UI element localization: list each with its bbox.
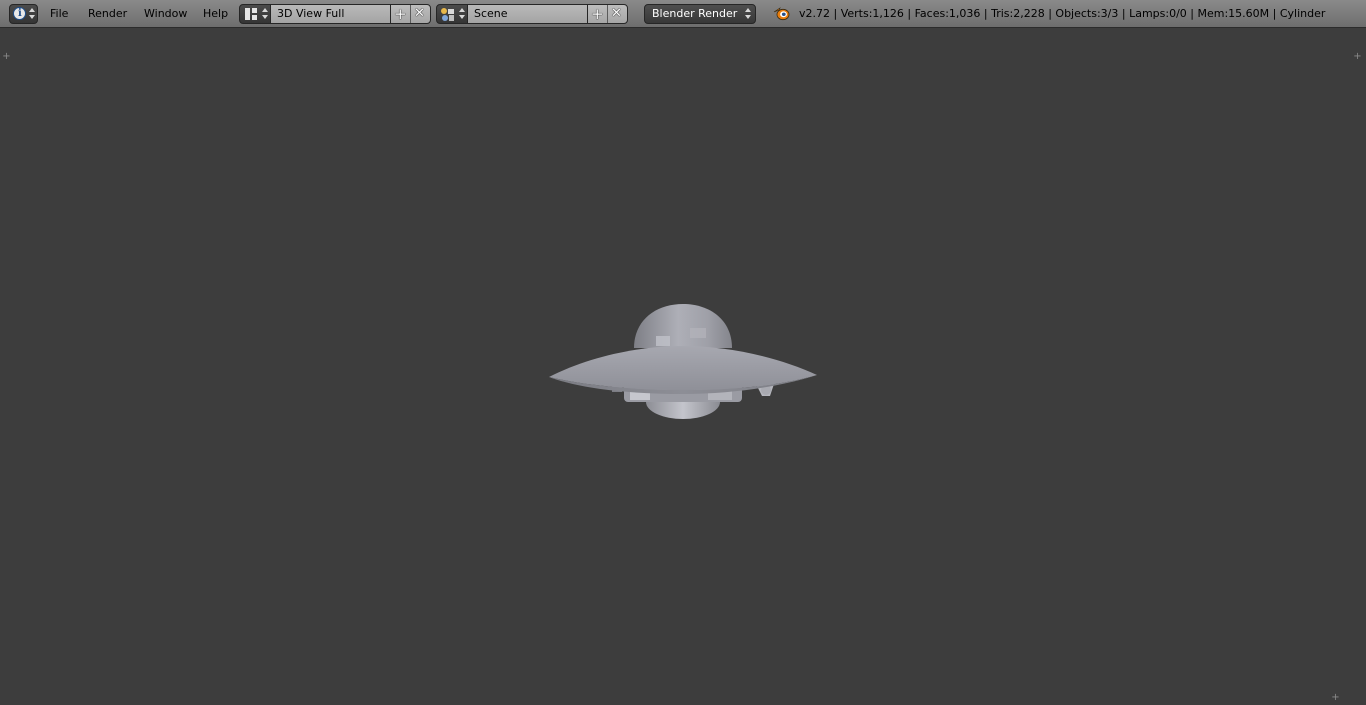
menu-render[interactable]: Render bbox=[88, 7, 127, 21]
info-icon: i bbox=[13, 7, 26, 20]
add-icon[interactable]: + bbox=[394, 6, 407, 22]
scene-add-remove: + ✕ bbox=[587, 4, 628, 24]
blender-window: i File Render Window Help 3D View Full +… bbox=[0, 0, 1366, 705]
layout-grid-icon bbox=[245, 8, 257, 20]
info-header: i File Render Window Help 3D View Full +… bbox=[0, 0, 1366, 28]
menu-window[interactable]: Window bbox=[144, 7, 187, 21]
editor-type-button[interactable]: i bbox=[9, 4, 38, 24]
divider bbox=[607, 5, 608, 23]
screen-layout-browse-button[interactable] bbox=[239, 4, 271, 24]
ufo-saucer-disc bbox=[549, 346, 817, 394]
ufo-model[interactable] bbox=[0, 28, 1366, 705]
3d-viewport[interactable]: + + + bbox=[0, 28, 1366, 705]
updown-arrows-icon bbox=[459, 8, 465, 20]
scene-browse-button[interactable] bbox=[436, 4, 468, 24]
screen-layout-add-remove: + ✕ bbox=[390, 4, 431, 24]
scene-field[interactable]: Scene bbox=[467, 4, 588, 24]
scene-statistics: v2.72 | Verts:1,126 | Faces:1,036 | Tris… bbox=[799, 7, 1326, 20]
updown-arrows-icon bbox=[262, 8, 268, 20]
add-icon[interactable]: + bbox=[591, 6, 604, 22]
scene-icon bbox=[441, 8, 455, 21]
updown-arrows-icon bbox=[745, 8, 751, 20]
render-engine-label: Blender Render bbox=[652, 7, 738, 20]
ufo-dome bbox=[634, 304, 732, 348]
updown-arrows-icon bbox=[29, 8, 35, 20]
menu-file[interactable]: File bbox=[50, 7, 68, 21]
close-icon[interactable]: ✕ bbox=[611, 6, 622, 22]
screen-layout-field[interactable]: 3D View Full bbox=[270, 4, 391, 24]
blender-logo-icon bbox=[773, 6, 790, 21]
close-icon[interactable]: ✕ bbox=[414, 6, 425, 22]
divider bbox=[410, 5, 411, 23]
render-engine-dropdown[interactable]: Blender Render bbox=[644, 4, 756, 24]
menu-help[interactable]: Help bbox=[203, 7, 228, 21]
